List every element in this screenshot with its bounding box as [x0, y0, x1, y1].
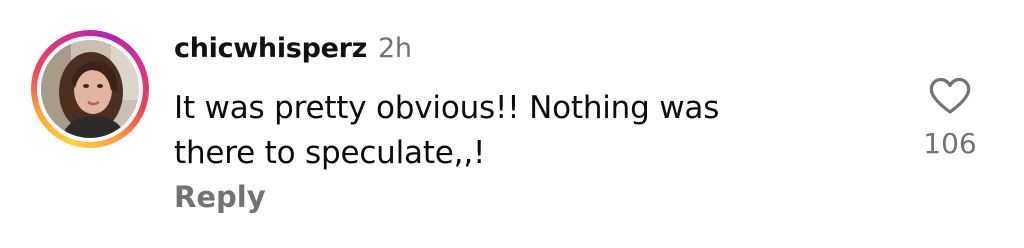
- like-area: 106: [918, 72, 982, 168]
- avatar-image: [41, 40, 139, 138]
- story-ring[interactable]: [31, 30, 149, 148]
- username-link[interactable]: chicwhisperz: [174, 33, 367, 64]
- like-count: 106: [923, 127, 977, 160]
- heart-icon[interactable]: [928, 76, 972, 116]
- comment-timestamp: 2h: [378, 33, 412, 64]
- reply-button[interactable]: Reply: [174, 180, 266, 214]
- comment-body: It was pretty obvious!! Nothing was ther…: [174, 86, 874, 176]
- comment-text-line-1: It was pretty obvious!! Nothing was: [174, 90, 720, 126]
- comment-text-line-2: there to speculate,,!: [174, 135, 486, 171]
- comment-item: chicwhisperz 2h It was pretty obvious!! …: [0, 0, 1024, 248]
- avatar[interactable]: [41, 40, 139, 138]
- comment-header: chicwhisperz 2h: [174, 33, 412, 71]
